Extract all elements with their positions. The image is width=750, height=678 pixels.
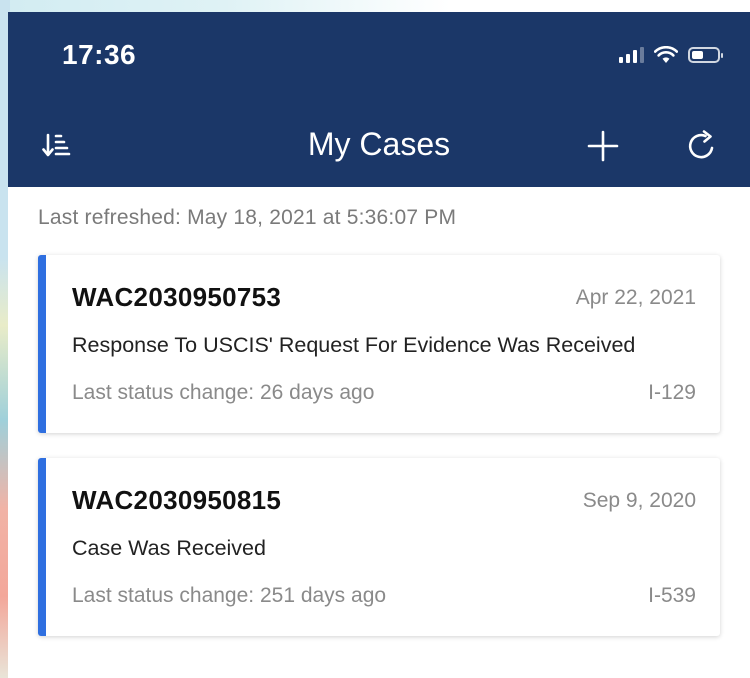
app-screen: 17:36 My Cases Last refreshed: May 18, 2…: [8, 12, 750, 678]
add-case-button[interactable]: [581, 124, 625, 168]
case-form-type: I-539: [648, 584, 696, 607]
status-time: 17:36: [62, 39, 137, 70]
signal-icon: [619, 47, 644, 63]
case-date: Apr 22, 2021: [575, 286, 696, 309]
wifi-icon: [654, 46, 678, 63]
navigation-bar: 17:36 My Cases: [8, 12, 750, 187]
status-icons: [619, 46, 723, 64]
refresh-icon: [688, 130, 714, 159]
page-title: My Cases: [307, 126, 451, 162]
plus-icon: [587, 130, 619, 162]
background-top: [0, 0, 750, 12]
case-status: Response To USCIS' Request For Evidence …: [72, 333, 636, 357]
battery-icon: [688, 47, 723, 63]
case-status: Case Was Received: [72, 536, 266, 560]
case-date: Sep 9, 2020: [582, 489, 696, 512]
refresh-button[interactable]: [680, 124, 724, 168]
case-form-type: I-129: [648, 381, 696, 404]
last-status-change: Last status change: 251 days ago: [72, 584, 387, 607]
case-card[interactable]: WAC2030950753 Apr 22, 2021 Response To U…: [38, 255, 720, 433]
case-receipt-number: WAC2030950815: [72, 485, 282, 515]
last-refreshed-text: Last refreshed: May 18, 2021 at 5:36:07 …: [38, 206, 457, 229]
case-receipt-number: WAC2030950753: [72, 282, 282, 312]
case-card[interactable]: WAC2030950815 Sep 9, 2020 Case Was Recei…: [38, 458, 720, 636]
last-status-change: Last status change: 26 days ago: [72, 381, 375, 404]
